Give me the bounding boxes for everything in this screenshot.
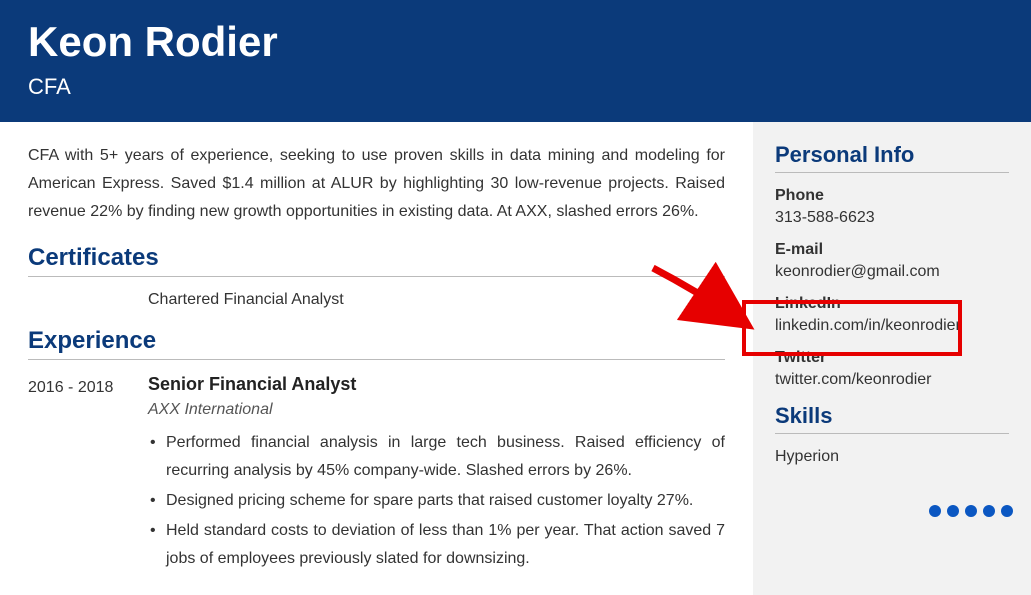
person-title: CFA	[28, 74, 1003, 100]
skill-item: Hyperion	[775, 448, 1009, 466]
personal-info-heading: Personal Info	[775, 142, 1009, 173]
experience-heading: Experience	[28, 327, 725, 360]
dot-icon	[947, 505, 959, 517]
summary-text: CFA with 5+ years of experience, seeking…	[28, 142, 725, 226]
experience-bullet: Held standard costs to deviation of less…	[148, 517, 725, 573]
main-column: CFA with 5+ years of experience, seeking…	[0, 122, 753, 595]
experience-role: Senior Financial Analyst	[148, 374, 725, 395]
resume-body: CFA with 5+ years of experience, seeking…	[0, 122, 1031, 595]
email-block: E-mail keonrodier@gmail.com	[775, 241, 1009, 281]
linkedin-block: LinkedIn linkedin.com/in/keonrodier	[775, 295, 1009, 335]
skills-heading: Skills	[775, 403, 1009, 434]
twitter-block: Twitter twitter.com/keonrodier	[775, 349, 1009, 389]
twitter-label: Twitter	[775, 349, 1009, 367]
email-label: E-mail	[775, 241, 1009, 259]
person-name: Keon Rodier	[28, 18, 1003, 66]
linkedin-label: LinkedIn	[775, 295, 1009, 313]
email-value: keonrodier@gmail.com	[775, 263, 1009, 281]
dot-icon	[929, 505, 941, 517]
dot-icon	[965, 505, 977, 517]
phone-label: Phone	[775, 187, 1009, 205]
experience-company: AXX International	[148, 401, 725, 419]
dot-icon	[983, 505, 995, 517]
resume-header: Keon Rodier CFA	[0, 0, 1031, 122]
experience-entry: 2016 - 2018 Senior Financial Analyst AXX…	[28, 374, 725, 575]
experience-bullets: Performed financial analysis in large te…	[148, 429, 725, 573]
linkedin-value: linkedin.com/in/keonrodier	[775, 317, 1009, 335]
twitter-value: twitter.com/keonrodier	[775, 371, 1009, 389]
experience-bullet: Designed pricing scheme for spare parts …	[148, 487, 725, 515]
certificate-item: Chartered Financial Analyst	[148, 291, 725, 309]
experience-bullet: Performed financial analysis in large te…	[148, 429, 725, 485]
experience-dates: 2016 - 2018	[28, 374, 148, 575]
sidebar: Personal Info Phone 313-588-6623 E-mail …	[753, 122, 1031, 595]
pagination-dots	[929, 505, 1013, 517]
certificates-heading: Certificates	[28, 244, 725, 277]
experience-content: Senior Financial Analyst AXX Internation…	[148, 374, 725, 575]
dot-icon	[1001, 505, 1013, 517]
phone-value: 313-588-6623	[775, 209, 1009, 227]
phone-block: Phone 313-588-6623	[775, 187, 1009, 227]
